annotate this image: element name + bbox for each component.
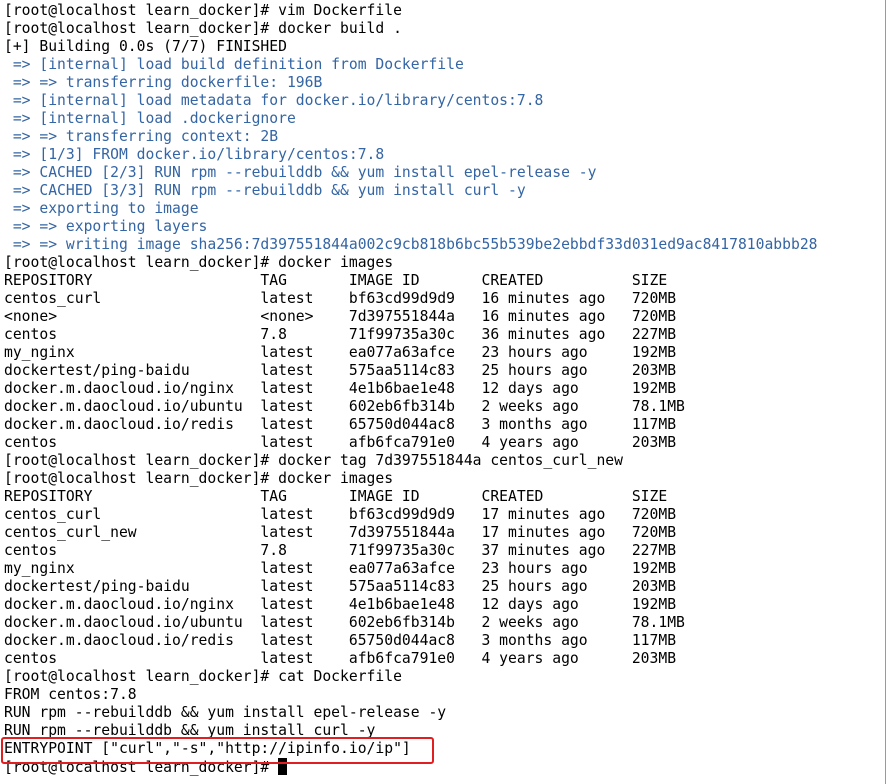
terminal-line: centos_curl latest bf63cd99d9d9 17 minut… xyxy=(4,506,677,523)
terminal-line: FROM centos:7.8 xyxy=(4,686,137,703)
terminal-line: => [internal] load build definition from… xyxy=(4,56,464,73)
terminal-line: docker.m.daocloud.io/redis latest 65750d… xyxy=(4,632,677,649)
terminal-line: dockertest/ping-baidu latest 575aa5114c8… xyxy=(4,578,677,595)
terminal-line: RUN rpm --rebuilddb && yum install curl … xyxy=(4,722,376,739)
terminal-line: REPOSITORY TAG IMAGE ID CREATED SIZE xyxy=(4,488,668,505)
terminal-line: centos 7.8 71f99735a30c 37 minutes ago 2… xyxy=(4,542,677,559)
terminal-line: => => transferring context: 2B xyxy=(4,128,279,145)
terminal-line: <none> <none> 7d397551844a 16 minutes ag… xyxy=(4,308,677,325)
terminal-line: docker.m.daocloud.io/nginx latest 4e1b6b… xyxy=(4,380,677,397)
terminal-line: docker.m.daocloud.io/ubuntu latest 602eb… xyxy=(4,398,685,415)
terminal-line: [root@localhost learn_docker]# docker ta… xyxy=(4,452,623,469)
terminal-line: my_nginx latest ea077a63afce 23 hours ag… xyxy=(4,344,677,361)
terminal-line: dockertest/ping-baidu latest 575aa5114c8… xyxy=(4,362,677,379)
terminal-output: [root@localhost learn_docker]# vim Docke… xyxy=(4,2,885,758)
terminal-line: => exporting to image xyxy=(4,200,199,217)
terminal-prompt-line[interactable]: [root@localhost learn_docker]# xyxy=(4,758,885,776)
terminal-line: REPOSITORY TAG IMAGE ID CREATED SIZE xyxy=(4,272,668,289)
terminal-line: centos latest afb6fca791e0 4 years ago 2… xyxy=(4,434,677,451)
terminal-line: centos latest afb6fca791e0 4 years ago 2… xyxy=(4,650,677,667)
terminal-line: => [1/3] FROM docker.io/library/centos:7… xyxy=(4,146,385,163)
terminal-line: [+] Building 0.0s (7/7) FINISHED xyxy=(4,38,287,55)
terminal-line: my_nginx latest ea077a63afce 23 hours ag… xyxy=(4,560,677,577)
terminal-line: [root@localhost learn_docker]# vim Docke… xyxy=(4,2,402,19)
terminal-line: centos_curl_new latest 7d397551844a 17 m… xyxy=(4,524,677,541)
terminal-line: docker.m.daocloud.io/ubuntu latest 602eb… xyxy=(4,614,685,631)
prompt-text: [root@localhost learn_docker]# xyxy=(4,759,279,776)
terminal-line: => [internal] load .dockerignore xyxy=(4,110,296,127)
text-cursor xyxy=(278,758,288,775)
terminal-line: [root@localhost learn_docker]# docker bu… xyxy=(4,20,402,37)
terminal-line: [root@localhost learn_docker]# cat Docke… xyxy=(4,668,402,685)
terminal-line: ENTRYPOINT ["curl","-s","http://ipinfo.i… xyxy=(4,740,411,757)
terminal-line: => => transferring dockerfile: 196B xyxy=(4,74,323,91)
terminal-window[interactable]: [root@localhost learn_docker]# vim Docke… xyxy=(0,0,886,784)
terminal-line: centos_curl latest bf63cd99d9d9 16 minut… xyxy=(4,290,677,307)
terminal-line: docker.m.daocloud.io/redis latest 65750d… xyxy=(4,416,677,433)
terminal-line: => [internal] load metadata for docker.i… xyxy=(4,92,544,109)
terminal-line: RUN rpm --rebuilddb && yum install epel-… xyxy=(4,704,447,721)
terminal-line: => => writing image sha256:7d397551844a0… xyxy=(4,236,818,253)
terminal-line: docker.m.daocloud.io/nginx latest 4e1b6b… xyxy=(4,596,677,613)
terminal-line: => => exporting layers xyxy=(4,218,208,235)
terminal-line: => CACHED [3/3] RUN rpm --rebuilddb && y… xyxy=(4,182,526,199)
terminal-line: => CACHED [2/3] RUN rpm --rebuilddb && y… xyxy=(4,164,597,181)
terminal-line: centos 7.8 71f99735a30c 36 minutes ago 2… xyxy=(4,326,677,343)
terminal-line: [root@localhost learn_docker]# docker im… xyxy=(4,470,394,487)
terminal-line: [root@localhost learn_docker]# docker im… xyxy=(4,254,394,271)
